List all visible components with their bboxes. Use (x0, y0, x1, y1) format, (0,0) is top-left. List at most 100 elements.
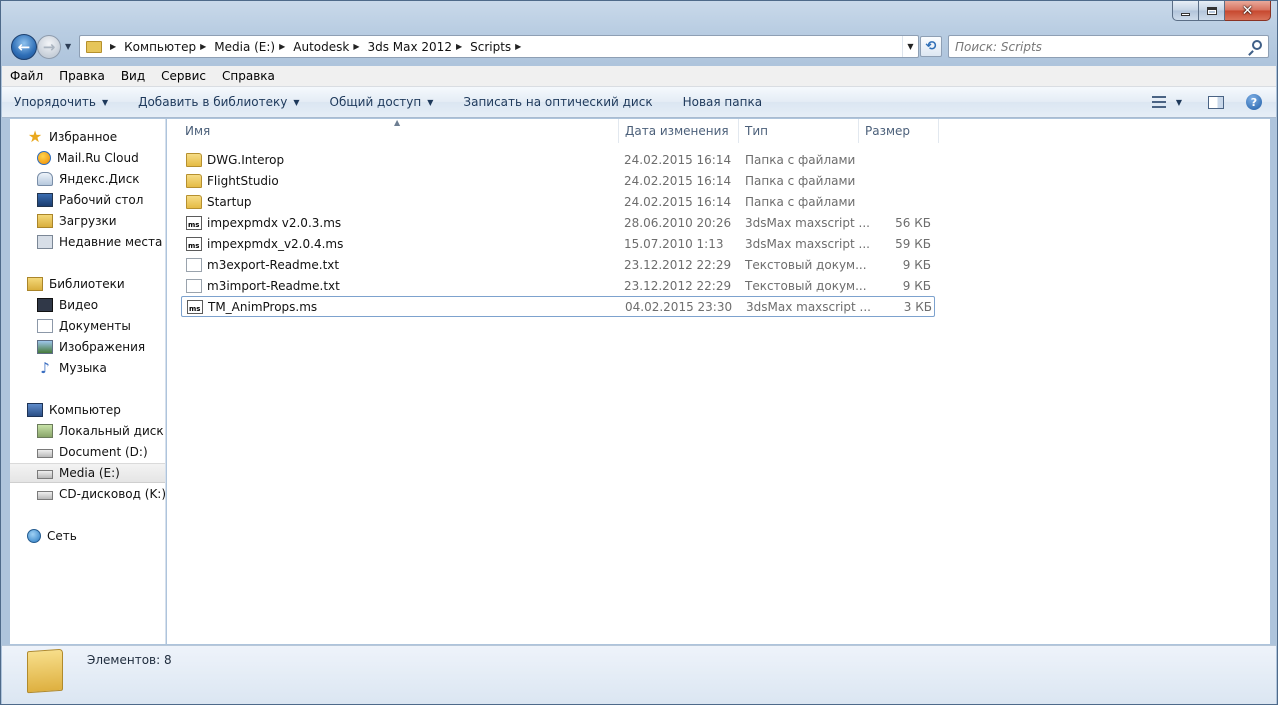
hard-drive-icon (37, 449, 53, 458)
view-options-dropdown[interactable]: ▼ (1176, 98, 1182, 107)
mailru-cloud-icon (37, 151, 51, 165)
file-name: DWG.Interop (207, 152, 285, 167)
nav-item-label: Локальный диск (C (59, 424, 165, 438)
refresh-button[interactable]: ⟲ (920, 36, 942, 57)
navigation-bar: ← → ▼ ▶ Компьютер ▶ Media (E:) ▶ Autodesk ▶… (9, 34, 1271, 60)
nav-item-pictures[interactable]: Изображения (10, 337, 165, 357)
back-button[interactable]: ← (11, 34, 37, 60)
nav-item-music[interactable]: ♪ Музыка (10, 358, 165, 378)
column-header-type[interactable]: Тип (739, 119, 859, 143)
nav-favorites-label: Избранное (49, 130, 118, 144)
file-name: TM_AnimProps.ms (208, 299, 318, 314)
column-header-bar: ▲ Имя Дата изменения Тип Размер (167, 118, 1270, 143)
file-row[interactable]: m3export-Readme.txt 23.12.2012 22:29 Тек… (181, 254, 935, 275)
change-view-icon[interactable] (1151, 96, 1166, 108)
maxscript-file-icon (186, 215, 202, 230)
nav-item-downloads[interactable]: Загрузки (10, 211, 165, 231)
preview-pane-icon[interactable] (1208, 95, 1224, 109)
nav-computer-label: Компьютер (49, 403, 121, 417)
search-box (948, 35, 1269, 58)
nav-item-drive-e[interactable]: Media (E:) (10, 463, 165, 483)
column-header-name[interactable]: Имя (179, 119, 619, 143)
view-controls: ▼ ? (1151, 94, 1276, 110)
nav-network[interactable]: Сеть (10, 526, 165, 546)
nav-item-documents[interactable]: Документы (10, 316, 165, 336)
file-date: 23.12.2012 22:29 (624, 257, 732, 272)
back-arrow-icon: ← (17, 37, 31, 56)
nav-item-yandex-disk[interactable]: Яндекс.Диск (10, 169, 165, 189)
forward-button[interactable]: → (37, 35, 61, 59)
breadcrumb-item-computer[interactable]: Компьютер ▶ (124, 40, 214, 54)
nav-item-drive-c[interactable]: Локальный диск (C (10, 421, 165, 441)
add-to-library-button[interactable]: Добавить в библиотеку ▼ (120, 95, 311, 109)
file-type: Папка с файлами (745, 152, 856, 167)
folder-icon (186, 152, 202, 167)
breadcrumb-item-autodesk[interactable]: Autodesk ▶ (293, 40, 367, 54)
file-row[interactable]: FlightStudio 24.02.2015 16:14 Папка с фа… (181, 170, 935, 191)
file-date: 23.12.2012 22:29 (624, 278, 732, 293)
breadcrumb-item-media[interactable]: Media (E:) ▶ (214, 40, 293, 54)
text-file-icon (186, 278, 202, 293)
nav-item-label: Document (D:) (59, 445, 148, 459)
nav-item-cd-drive-k[interactable]: CD-дисковод (K:) (10, 484, 165, 504)
nav-computer[interactable]: Компьютер (10, 400, 165, 420)
file-row[interactable]: DWG.Interop 24.02.2015 16:14 Папка с фай… (181, 149, 935, 170)
file-date: 28.06.2010 20:26 (624, 215, 732, 230)
nav-item-recent-places[interactable]: Недавние места (10, 232, 165, 252)
share-label: Общий доступ (329, 95, 422, 109)
file-size: 9 КБ (902, 257, 931, 272)
menu-file[interactable]: Файл (2, 69, 51, 83)
nav-libraries[interactable]: Библиотеки (10, 274, 165, 294)
new-folder-button[interactable]: Новая папка (665, 95, 774, 109)
folder-icon (186, 194, 202, 209)
menu-help[interactable]: Справка (214, 69, 283, 83)
nav-item-mailru-cloud[interactable]: Mail.Ru Cloud (10, 148, 165, 168)
address-dropdown-button[interactable]: ▼ (902, 36, 918, 57)
breadcrumb-item-scripts[interactable]: Scripts ▶ (470, 40, 529, 54)
music-icon: ♪ (40, 359, 50, 377)
file-row[interactable]: m3import-Readme.txt 23.12.2012 22:29 Тек… (181, 275, 935, 296)
minimize-button[interactable] (1172, 1, 1199, 21)
file-size: 3 КБ (903, 299, 932, 314)
chevron-down-icon: ▼ (293, 97, 300, 107)
folder-icon (186, 173, 202, 188)
file-row[interactable]: impexpmdx_v2.0.4.ms 15.07.2010 1:13 3dsM… (181, 233, 935, 254)
share-button[interactable]: Общий доступ ▼ (312, 95, 446, 109)
breadcrumb-item-3dsmax[interactable]: 3ds Max 2012 ▶ (367, 40, 470, 54)
organize-button[interactable]: Упорядочить ▼ (2, 95, 120, 109)
maximize-button[interactable] (1199, 1, 1225, 21)
menu-bar: Файл Правка Вид Сервис Справка (2, 66, 1276, 87)
menu-tools[interactable]: Сервис (153, 69, 214, 83)
details-pane: Элементов: 8 (2, 645, 1276, 704)
column-header-size[interactable]: Размер (859, 119, 939, 143)
file-size: 56 КБ (895, 215, 931, 230)
maxscript-file-icon (186, 236, 202, 251)
breadcrumb-root-chevron[interactable]: ▶ (106, 42, 124, 51)
computer-icon (27, 403, 43, 417)
file-date: 24.02.2015 16:14 (624, 194, 732, 209)
hard-drive-icon (37, 470, 53, 479)
column-header-date[interactable]: Дата изменения (619, 119, 739, 143)
file-row[interactable]: TM_AnimProps.ms 04.02.2015 23:30 3dsMax … (181, 296, 935, 317)
file-row[interactable]: impexpmdx v2.0.3.ms 28.06.2010 20:26 3ds… (181, 212, 935, 233)
address-bar[interactable]: ▶ Компьютер ▶ Media (E:) ▶ Autodesk ▶ 3ds M… (79, 35, 919, 58)
menu-view[interactable]: Вид (113, 69, 153, 83)
file-row[interactable]: Startup 24.02.2015 16:14 Папка с файлами (181, 191, 935, 212)
refresh-icon: ⟲ (925, 39, 937, 54)
recent-pages-dropdown[interactable]: ▼ (65, 42, 71, 51)
close-button[interactable]: ✕ (1225, 1, 1271, 21)
folder-icon (86, 40, 102, 53)
nav-item-desktop[interactable]: Рабочий стол (10, 190, 165, 210)
search-input[interactable] (955, 39, 1245, 54)
pictures-icon (37, 340, 53, 354)
nav-favorites[interactable]: ★ Избранное (10, 127, 165, 147)
chevron-down-icon: ▼ (427, 97, 434, 107)
menu-edit[interactable]: Правка (51, 69, 113, 83)
nav-item-label: Загрузки (59, 214, 117, 228)
help-icon[interactable]: ? (1246, 94, 1262, 110)
nav-item-video[interactable]: Видео (10, 295, 165, 315)
nav-item-drive-d[interactable]: Document (D:) (10, 442, 165, 462)
search-icon[interactable] (1252, 40, 1262, 50)
burn-button[interactable]: Записать на оптический диск (445, 95, 664, 109)
text-file-icon (186, 257, 202, 272)
